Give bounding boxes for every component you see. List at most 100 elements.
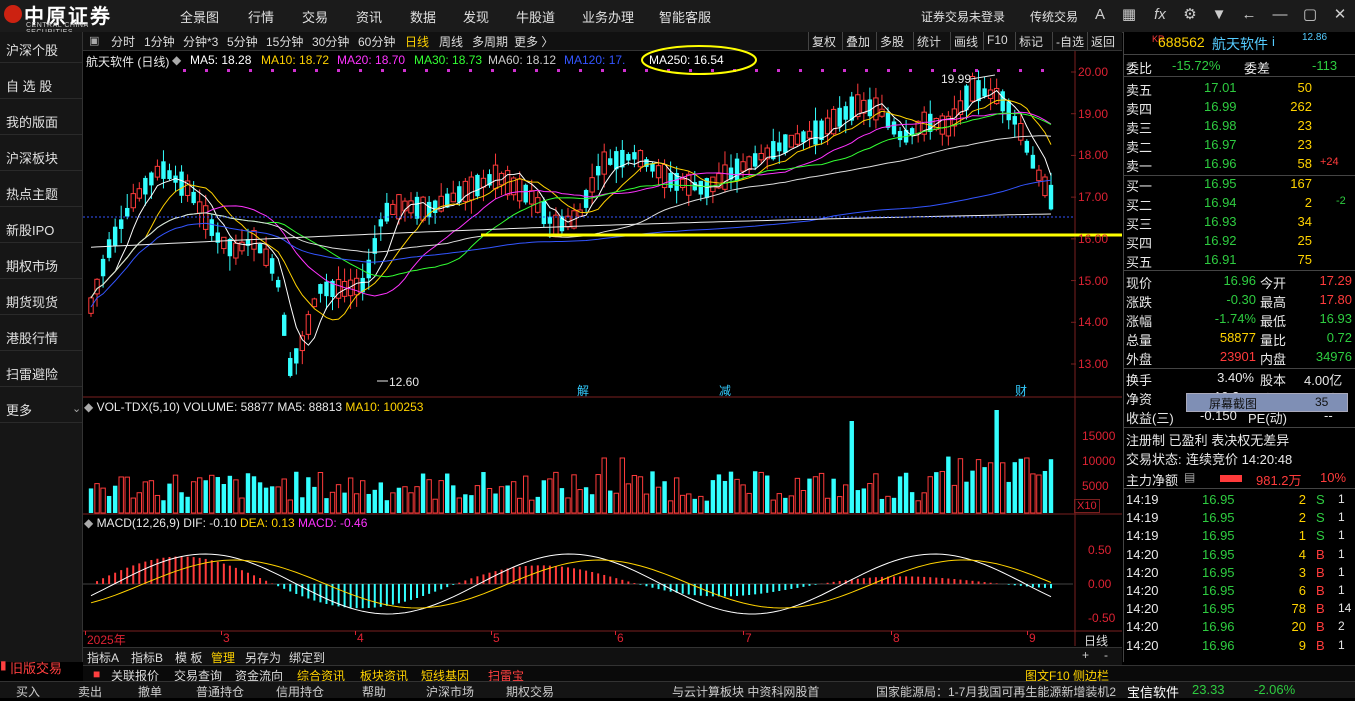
bottom-action-3[interactable]: 普通持仓: [196, 683, 244, 700]
ask-price[interactable]: 16.96: [1204, 156, 1237, 171]
volume-bar: [335, 484, 342, 514]
chevron-down-icon[interactable]: ⌄: [72, 402, 81, 415]
period-9[interactable]: 多周期: [472, 33, 508, 50]
period-0[interactable]: 分时: [111, 33, 135, 50]
toolbar-button-3[interactable]: 统计: [917, 33, 941, 50]
news-ticker[interactable]: 与云计算板块 中资科网股首: [672, 683, 819, 700]
toolbar-button-7[interactable]: -自选: [1056, 33, 1084, 50]
toolbar-button-0[interactable]: 复权: [812, 33, 836, 50]
bottom-action-7[interactable]: 期权交易: [506, 683, 554, 700]
bottom-action-6[interactable]: 沪深市场: [426, 683, 474, 700]
menu-item-5[interactable]: 发现: [463, 7, 489, 26]
ask-price[interactable]: 16.98: [1204, 118, 1237, 133]
period-6[interactable]: 60分钟: [358, 33, 395, 50]
ask-price[interactable]: 17.01: [1204, 80, 1237, 95]
bottom-action-4[interactable]: 信用持仓: [276, 683, 324, 700]
nav-item-5[interactable]: 新股IPO: [6, 220, 54, 239]
nav-item-8[interactable]: 港股行情: [6, 328, 58, 347]
bid-price[interactable]: 16.94: [1204, 195, 1237, 210]
indicator-tab-1[interactable]: 指标B: [131, 649, 163, 666]
news-ticker-2[interactable]: 国家能源局：1-7月我国可再生能源新增装机2: [876, 683, 1121, 700]
minimize-icon[interactable]: —: [1270, 5, 1290, 25]
old-trade-button[interactable]: 旧版交易: [10, 658, 62, 677]
bid-price[interactable]: 16.95: [1204, 176, 1237, 191]
menu-item-1[interactable]: 行情: [248, 7, 274, 26]
period-7[interactable]: 日线: [405, 33, 429, 50]
ma-legend-1: MA10: 18.72: [261, 53, 330, 67]
close-icon[interactable]: ✕: [1330, 5, 1350, 25]
panel-toggle-icon[interactable]: ▣: [89, 34, 99, 47]
bottom-action-5[interactable]: 帮助: [362, 683, 386, 700]
nav-item-2[interactable]: 我的版面: [6, 112, 58, 131]
login-status[interactable]: 证券交易未登录: [921, 8, 1005, 25]
ask-price[interactable]: 16.99: [1204, 99, 1237, 114]
indicator-tab-5[interactable]: 绑定到: [289, 649, 325, 666]
x-tick-mark: [891, 631, 892, 635]
period-3[interactable]: 5分钟: [227, 33, 258, 50]
macd-title: MACD(12,26,9): [96, 516, 180, 530]
menu-item-0[interactable]: 全景图: [180, 7, 219, 26]
toolbar-button-5[interactable]: F10: [987, 33, 1008, 47]
volume-bar: [746, 492, 752, 514]
nav-item-6[interactable]: 期权市场: [6, 256, 58, 275]
ask-price[interactable]: 16.97: [1204, 137, 1237, 152]
chart-settings-icon[interactable]: ◆: [172, 53, 181, 67]
nav-item-3[interactable]: 沪深板块: [6, 148, 58, 167]
period-2[interactable]: 分钟*3: [183, 33, 218, 50]
indicator-tab-3[interactable]: 管理: [211, 649, 235, 666]
gear-icon[interactable]: ⚙: [1180, 5, 1200, 25]
toolbar-button-8[interactable]: 返回: [1091, 33, 1115, 50]
back-arrow-icon[interactable]: ←: [1239, 5, 1259, 25]
volume-bar: [704, 500, 710, 513]
period-5[interactable]: 30分钟: [312, 33, 349, 50]
indicator-tab-2[interactable]: 模 板: [175, 649, 202, 666]
menu-item-2[interactable]: 交易: [302, 7, 328, 26]
toolbar-button-1[interactable]: 叠加: [846, 33, 870, 50]
nav-item-0[interactable]: 沪深个股: [6, 40, 58, 59]
bid-price[interactable]: 16.92: [1204, 233, 1237, 248]
period-4[interactable]: 15分钟: [266, 33, 303, 50]
period-8[interactable]: 周线: [439, 33, 463, 50]
macd-settings-icon[interactable]: ◆: [84, 516, 97, 530]
chart-area[interactable]: 19.99 12.60 解 减 财: [83, 51, 1122, 646]
bottom-action-0[interactable]: 买入: [16, 683, 40, 700]
nav-item-10[interactable]: 更多: [6, 400, 32, 419]
toolbar-button-2[interactable]: 多股: [880, 33, 904, 50]
nav-item-1[interactable]: 自 选 股: [6, 76, 52, 95]
nav-item-9[interactable]: 扫雷避险: [6, 364, 58, 383]
shirt-icon[interactable]: ▼: [1209, 5, 1229, 25]
toolbar-button-6[interactable]: 标记: [1019, 33, 1043, 50]
minus-icon[interactable]: -: [1104, 648, 1108, 662]
stock-code[interactable]: 688562: [1158, 34, 1205, 50]
volume-bar: [493, 493, 498, 513]
menu-item-7[interactable]: 业务办理: [582, 7, 634, 26]
restore-icon[interactable]: ▢: [1300, 5, 1320, 25]
candle-body: [233, 242, 239, 259]
bottom-action-1[interactable]: 卖出: [78, 683, 102, 700]
menu-item-3[interactable]: 资讯: [356, 7, 382, 26]
nav-item-7[interactable]: 期货现货: [6, 292, 58, 311]
tick-volume: 2: [1298, 510, 1306, 526]
bid-price[interactable]: 16.91: [1204, 252, 1237, 267]
bid-price[interactable]: 16.93: [1204, 214, 1237, 229]
indicator-tab-0[interactable]: 指标A: [87, 649, 119, 666]
toolbar-button-4[interactable]: 画线: [954, 33, 978, 50]
menu-item-6[interactable]: 牛股道: [516, 7, 555, 26]
plus-icon[interactable]: +: [1082, 648, 1089, 662]
indicator-tab-4[interactable]: 另存为: [245, 649, 281, 666]
period-10[interactable]: 更多 〉: [514, 33, 553, 50]
bottom-action-2[interactable]: 撤单: [138, 683, 162, 700]
volume-settings-icon[interactable]: ◆: [84, 400, 97, 414]
period-1[interactable]: 1分钟: [144, 33, 175, 50]
stock-name[interactable]: 航天软件: [1212, 34, 1268, 54]
grid-icon[interactable]: ▦: [1119, 5, 1139, 25]
trade-mode-button[interactable]: 传统交易: [1030, 8, 1078, 25]
font-size-icon[interactable]: A: [1090, 5, 1110, 25]
nav-item-4[interactable]: 热点主题: [6, 184, 58, 203]
fx-icon[interactable]: fx: [1150, 5, 1170, 25]
main-flow-icon[interactable]: ▤: [1184, 470, 1195, 484]
stock-info-icon[interactable]: i: [1272, 34, 1275, 49]
ticker-name[interactable]: 宝信软件: [1127, 682, 1179, 701]
menu-item-8[interactable]: 智能客服: [659, 7, 711, 26]
menu-item-4[interactable]: 数据: [410, 7, 436, 26]
